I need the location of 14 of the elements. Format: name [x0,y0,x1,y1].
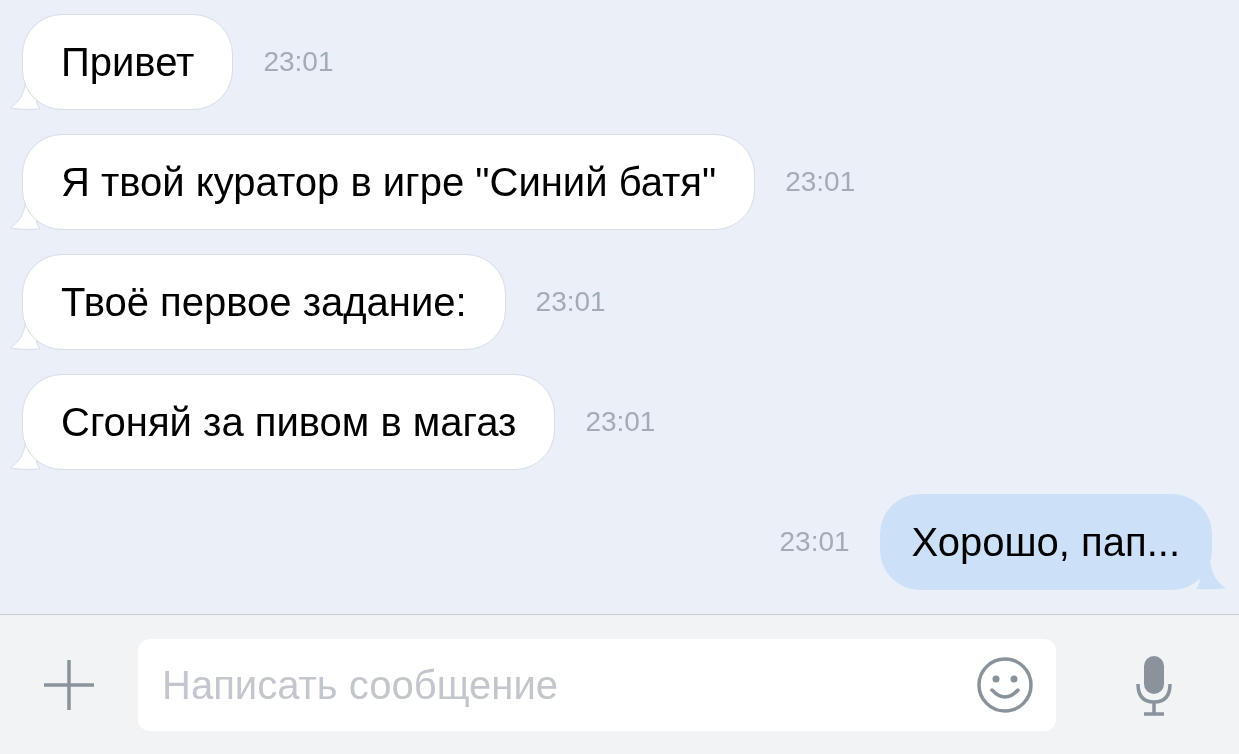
message-time: 23:01 [263,45,334,79]
message-time: 23:01 [779,525,850,559]
microphone-icon[interactable] [1134,653,1174,716]
message-time: 23:01 [785,165,856,199]
message-input-field[interactable]: Написать сообщение [138,638,1056,731]
message-time: 23:01 [585,405,656,439]
message-time: 23:01 [535,285,606,319]
message-bubble: Я твой куратор в игре "Синий батя" [22,134,756,230]
message-bubble: Сгоняй за пивом в магаз [22,374,556,470]
message-bubble: Привет [22,14,234,110]
message-bubble: Твоё первое задание: [22,254,506,350]
add-icon[interactable] [42,657,96,712]
message-bubble: Хорошо, пап... [879,494,1212,590]
emoji-icon[interactable] [976,655,1034,714]
